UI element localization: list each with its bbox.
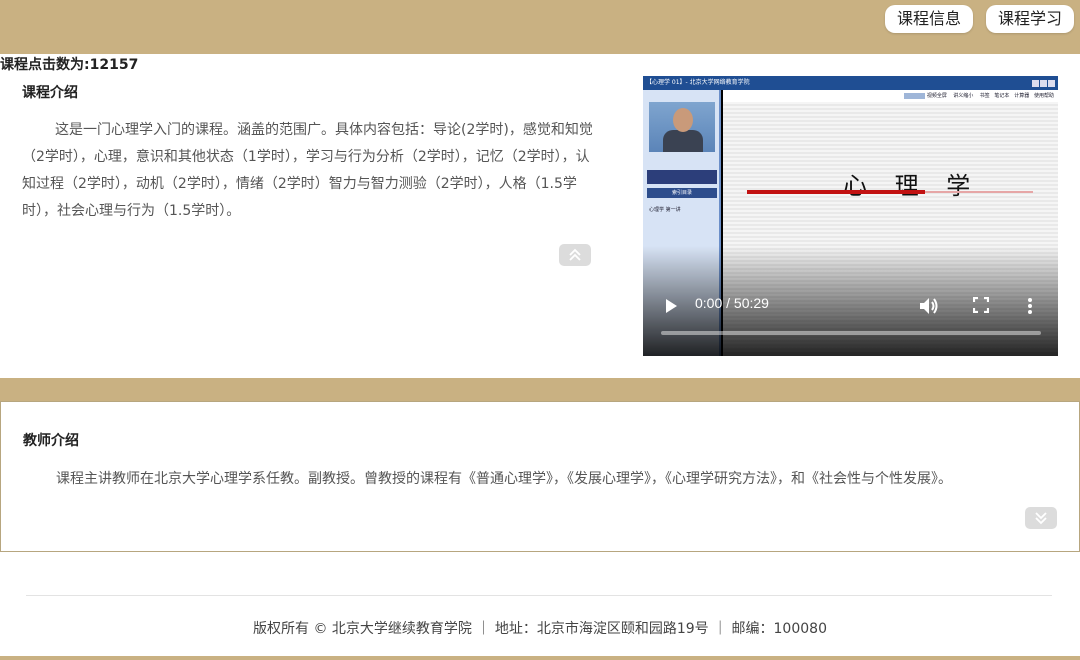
more-vertical-icon[interactable] [1026,297,1034,315]
top-nav-bar: 课程信息 课程学习 [0,0,1080,54]
video-progress-bar[interactable] [661,331,1041,335]
course-intro-text: 这是一门心理学入门的课程。涵盖的范围广。具体内容包括：导论(2学时)，感觉和知觉… [22,122,593,219]
toolbar-item: 计算器 [1014,93,1030,99]
teacher-intro-text: 课程主讲教师在北京大学心理学系任教。副教授。曾教授的课程有《普通心理学》，《发展… [56,471,952,487]
video-time: 0:00 / 50:29 [695,295,769,311]
toolbar-item: 讲义缩小 [953,93,974,99]
teacher-intro-card: 教师介绍 课程主讲教师在北京大学心理学系任教。副教授。曾教授的课程有《普通心理学… [0,401,1080,552]
toolbar-item: 笔记本 [994,93,1010,99]
play-icon[interactable] [663,298,679,314]
index-menu-item: 心理学 第一讲 [649,207,681,213]
toolbar-item: 书签 [979,93,990,99]
click-count: 课程点击数为:12157 [0,57,139,73]
volume-icon[interactable] [919,297,939,315]
video-window-title-text: 【心理学 01】- 北京大学网络教育学院 [646,79,750,86]
slide-pink-line [925,191,1033,193]
course-info-button[interactable]: 课程信息 [885,5,973,33]
bottom-strip [0,656,1080,660]
fullscreen-icon[interactable] [973,297,989,313]
chevron-double-up-icon [569,248,581,261]
slide-toolbar: 视频全屏 讲义缩小 书签 笔记本 计算器 使用帮助 [723,90,1058,102]
footer-divider [26,595,1052,596]
mini-controls [647,170,717,184]
video-window-title: 【心理学 01】- 北京大学网络教育学院 [643,76,1058,90]
slide-red-line [747,190,925,194]
course-study-button[interactable]: 课程学习 [986,5,1074,33]
footer-text: 版权所有 © 北京大学继续教育学院 ｜ 地址：北京市海淀区颐和园路19号 ｜ 邮… [253,621,827,637]
index-menu-header: 索引目录 [647,188,717,198]
teacher-intro-title: 教师介绍 [23,433,79,449]
video-player[interactable]: 【心理学 01】- 北京大学网络教育学院 索引目录 心理学 第一讲 视频全屏 讲… [643,76,1058,356]
footer: 版权所有 © 北京大学继续教育学院 ｜ 地址：北京市海淀区颐和园路19号 ｜ 邮… [0,552,1080,656]
intro-collapse-button[interactable] [559,244,591,266]
course-intro-card: 课程介绍 课程点击数为:12157 这是一门心理学入门的课程。涵盖的范围广。具体… [0,54,1080,378]
toolbar-item: 使用帮助 [1033,93,1054,99]
course-intro-title: 课程介绍 [22,85,78,101]
slide-heading: 心 理 学 [843,172,981,200]
chevron-double-down-icon [1035,512,1047,525]
lecturer-image [649,102,715,152]
teacher-expand-button[interactable] [1025,507,1057,529]
toolbar-item: 视频全屏 [926,93,947,99]
